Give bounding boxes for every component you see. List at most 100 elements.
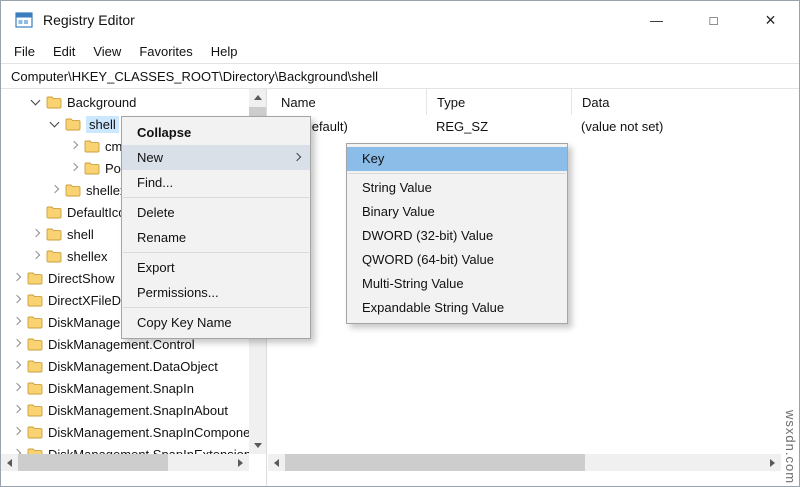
menu-item-binary-value[interactable]: Binary Value	[347, 200, 567, 224]
menu-separator	[123, 307, 309, 308]
folder-icon	[27, 381, 43, 395]
horizontal-scroll-thumb[interactable]	[285, 454, 585, 471]
menu-item-multi-string-value[interactable]: Multi-String Value	[347, 272, 567, 296]
registry-editor-window: Registry Editor — □ × FileEditViewFavori…	[0, 0, 800, 487]
left-arrow-icon	[7, 459, 12, 467]
tree-item[interactable]: Background	[1, 91, 249, 113]
value-row[interactable]: (Default) REG_SZ (value not set)	[268, 115, 799, 137]
folder-icon	[27, 359, 43, 373]
chevron-right-icon[interactable]	[28, 226, 44, 242]
menu-help[interactable]: Help	[202, 41, 247, 62]
menu-file[interactable]: File	[5, 41, 44, 62]
chevron-right-icon[interactable]	[28, 248, 44, 264]
menu-item-key[interactable]: Key	[347, 147, 567, 171]
close-button[interactable]: ×	[742, 1, 799, 39]
scroll-right-button[interactable]	[764, 454, 781, 471]
menu-item-label: Collapse	[137, 125, 191, 140]
menu-item-export[interactable]: Export	[122, 255, 310, 280]
menu-item-rename[interactable]: Rename	[122, 225, 310, 250]
tree-item-label: DiskManagement.SnapInAbout	[48, 403, 228, 418]
chevron-right-icon[interactable]	[9, 446, 25, 454]
chevron-right-icon[interactable]	[9, 270, 25, 286]
menu-item-label: Export	[137, 260, 175, 275]
folder-icon	[27, 293, 43, 307]
tree-item[interactable]: DiskManagement.SnapInComponent	[1, 421, 249, 443]
menu-item-label: QWORD (64-bit) Value	[362, 252, 494, 267]
menu-item-label: Key	[362, 151, 384, 166]
column-header-data[interactable]: Data	[571, 89, 799, 115]
address-bar[interactable]: Computer\HKEY_CLASSES_ROOT\Directory\Bac…	[1, 63, 799, 89]
folder-icon	[65, 183, 81, 197]
tree-horizontal-scrollbar[interactable]	[1, 454, 249, 471]
folder-icon	[27, 403, 43, 417]
menu-item-permissions[interactable]: Permissions...	[122, 280, 310, 305]
menu-item-label: DWORD (32-bit) Value	[362, 228, 493, 243]
menu-item-dword-32-bit-value[interactable]: DWORD (32-bit) Value	[347, 224, 567, 248]
menu-item-label: String Value	[362, 180, 432, 195]
chevron-right-icon[interactable]	[66, 160, 82, 176]
menu-item-label: Multi-String Value	[362, 276, 464, 291]
menu-item-qword-64-bit-value[interactable]: QWORD (64-bit) Value	[347, 248, 567, 272]
chevron-right-icon[interactable]	[47, 182, 63, 198]
chevron-right-icon[interactable]	[66, 138, 82, 154]
column-header-name[interactable]: Name	[268, 89, 426, 115]
watermark: wsxdn.com	[783, 410, 798, 484]
up-arrow-icon	[254, 95, 262, 100]
maximize-button[interactable]: □	[685, 1, 742, 39]
menu-item-string-value[interactable]: String Value	[347, 176, 567, 200]
menu-item-new[interactable]: New	[122, 145, 310, 170]
chevron-down-icon[interactable]	[28, 94, 44, 110]
tree-item-label: shell	[86, 116, 119, 133]
list-horizontal-scrollbar[interactable]	[268, 454, 781, 471]
menu-item-label: Find...	[137, 175, 173, 190]
menu-item-label: New	[137, 150, 163, 165]
folder-icon	[27, 447, 43, 454]
folder-icon	[27, 315, 43, 329]
title-bar: Registry Editor — □ ×	[1, 1, 799, 39]
folder-icon	[46, 227, 62, 241]
menu-item-delete[interactable]: Delete	[122, 200, 310, 225]
right-arrow-icon	[238, 459, 243, 467]
scroll-left-button[interactable]	[268, 454, 285, 471]
menu-item-collapse[interactable]: Collapse	[122, 120, 310, 145]
scroll-up-button[interactable]	[249, 89, 266, 106]
scroll-right-button[interactable]	[232, 454, 249, 471]
menu-separator	[123, 252, 309, 253]
submenu-arrow-icon	[293, 153, 301, 161]
folder-icon	[84, 139, 100, 153]
tree-item-label: DiskManagement.SnapInComponent	[48, 425, 249, 440]
menu-edit[interactable]: Edit	[44, 41, 84, 62]
scroll-down-button[interactable]	[249, 437, 266, 454]
chevron-right-icon[interactable]	[9, 402, 25, 418]
chevron-right-icon[interactable]	[9, 336, 25, 352]
menu-item-label: Copy Key Name	[137, 315, 232, 330]
chevron-right-icon[interactable]	[9, 358, 25, 374]
menu-item-find[interactable]: Find...	[122, 170, 310, 195]
tree-item-label: DirectShow	[48, 271, 114, 286]
chevron-down-icon[interactable]	[47, 116, 63, 132]
chevron-right-icon[interactable]	[9, 314, 25, 330]
scroll-left-button[interactable]	[1, 454, 18, 471]
tree-item[interactable]: DiskManagement.SnapInExtension	[1, 443, 249, 454]
menu-item-label: Permissions...	[137, 285, 219, 300]
context-menu: Collapse New Find... DeleteRename Export Perm…	[121, 116, 311, 339]
chevron-right-icon[interactable]	[9, 424, 25, 440]
tree-item-label: shellex	[67, 249, 107, 264]
menu-item-copy-key-name[interactable]: Copy Key Name	[122, 310, 310, 335]
tree-item[interactable]: DiskManagement.DataObject	[1, 355, 249, 377]
chevron-right-icon[interactable]	[9, 292, 25, 308]
column-header-type[interactable]: Type	[426, 89, 571, 115]
value-data: (value not set)	[571, 119, 799, 134]
menu-favorites[interactable]: Favorites	[130, 41, 201, 62]
minimize-button[interactable]: —	[628, 1, 685, 39]
new-submenu: Key String Value Binary Value DWORD (32-bit…	[346, 143, 568, 324]
tree-item[interactable]: DiskManagement.SnapIn	[1, 377, 249, 399]
chevron-right-icon[interactable]	[9, 380, 25, 396]
folder-icon	[27, 271, 43, 285]
tree-item[interactable]: DiskManagement.SnapInAbout	[1, 399, 249, 421]
horizontal-scroll-thumb[interactable]	[18, 454, 168, 471]
menu-view[interactable]: View	[84, 41, 130, 62]
menu-item-expandable-string-value[interactable]: Expandable String Value	[347, 296, 567, 320]
folder-icon	[46, 205, 62, 219]
folder-icon	[65, 117, 81, 131]
